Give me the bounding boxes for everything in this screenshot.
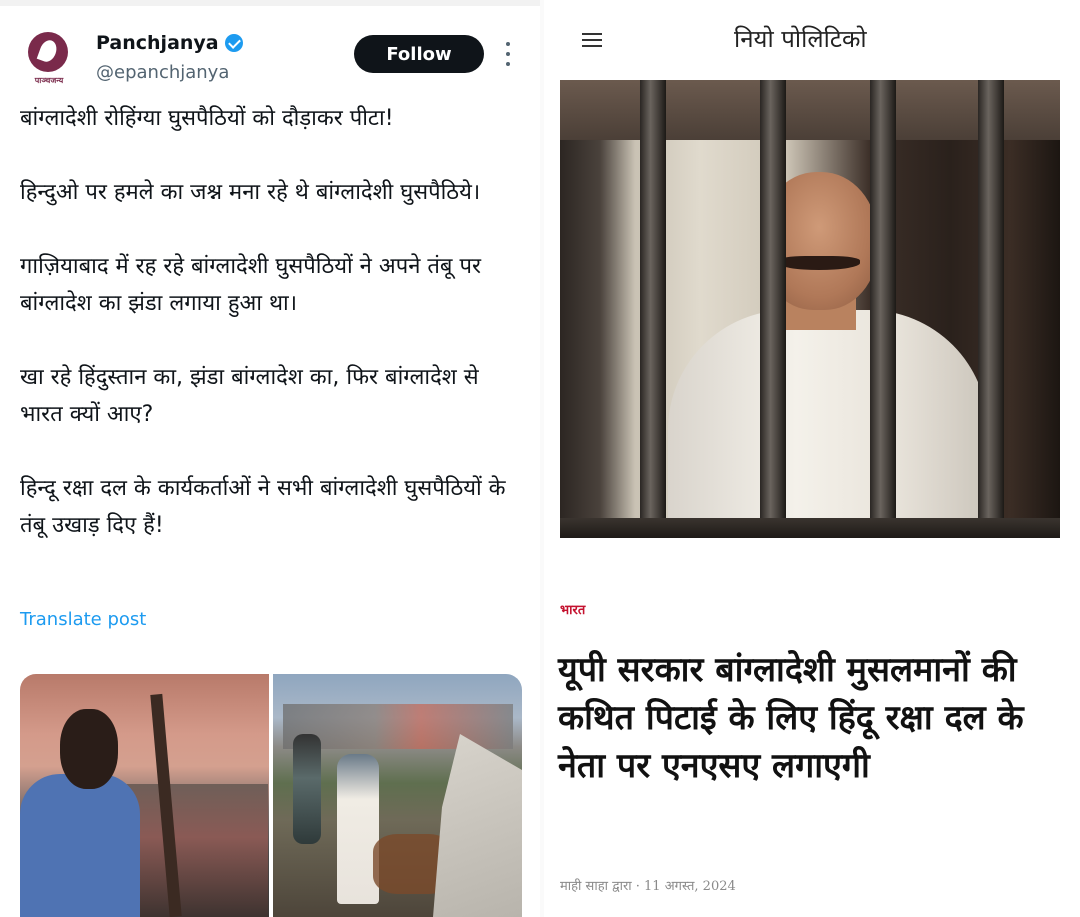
article-category[interactable]: भारत [560,600,585,618]
tweet-paragraph: हिन्दुओ पर हमले का जश्न मना रहे थे बांग्… [20,180,481,205]
top-separator [0,0,540,6]
man-in-white-shape [337,754,379,904]
article-photo [560,80,1060,538]
tweet-panel: पाञ्चजन्य Panchjanya @epanchjanya Follow… [0,0,540,917]
media-image-2[interactable] [273,674,522,917]
display-name-text: Panchjanya [96,32,219,54]
article-headline[interactable]: यूपी सरकार बांग्लादेशी मुसलमानों की कथित… [558,646,1058,790]
man-body-shape [668,310,988,538]
tent-tarp-shape [433,734,522,917]
user-handle[interactable]: @epanchjanya [96,62,229,83]
site-title[interactable]: नियो पोलिटिको [734,22,867,55]
avatar-brand-label: पाञ्चजन्य [34,76,64,85]
bystander-shape [293,734,321,844]
tweet-text: बांग्लादेशी रोहिंग्या घुसपैठियों को दौड़… [20,100,525,544]
tweet-paragraph: गाज़ियाबाद में रह रहे बांग्लादेशी घुसपैठ… [20,254,481,316]
more-options-icon[interactable] [506,42,512,66]
head-shape [60,709,118,789]
jail-bar [760,80,786,528]
article-panel: नियो पोलिटिको भारत यूपी सरकार बांग्लादेश… [544,0,1080,917]
menu-icon[interactable] [582,33,602,47]
mustache-shape [778,256,860,270]
profile-avatar[interactable]: पाञ्चजन्य [22,30,76,85]
jail-rail [560,518,1060,538]
jail-bar [978,80,1004,528]
tweet-paragraph: बांग्लादेशी रोहिंग्या घुसपैठियों को दौड़… [20,106,394,131]
person-shape [20,774,140,917]
verified-icon [224,34,243,52]
follow-button[interactable]: Follow [354,35,484,73]
media-image-1[interactable] [20,674,269,917]
tweet-paragraph: खा रहे हिंदुस्तान का, झंडा बांग्लादेश का… [20,365,479,427]
tweet-paragraph: हिन्दू रक्षा दल के कार्यकर्ताओं ने सभी ब… [20,476,506,538]
jail-bar [870,80,896,528]
translate-post-link[interactable]: Translate post [20,609,146,630]
jail-bar [640,80,666,528]
article-byline: माही साहा द्वारा · 11 अगस्त, 2024 [560,879,736,894]
tweet-media-grid [20,674,522,917]
display-name[interactable]: Panchjanya [96,32,243,54]
